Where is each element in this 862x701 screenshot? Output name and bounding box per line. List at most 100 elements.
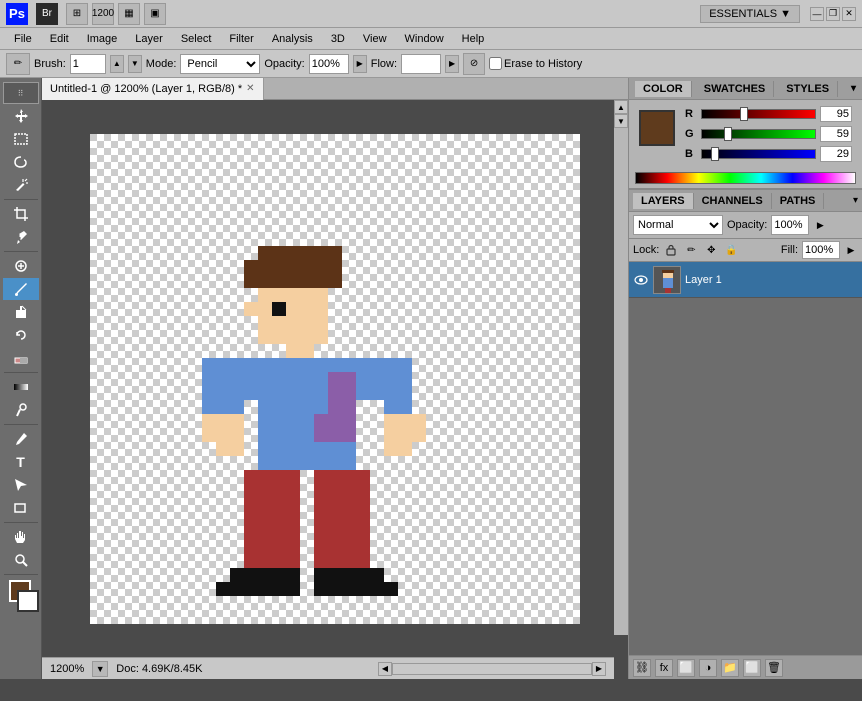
menu-layer[interactable]: Layer: [127, 31, 171, 47]
move-tool[interactable]: [3, 105, 39, 127]
eyedropper-tool[interactable]: [3, 226, 39, 248]
shape-tool[interactable]: [3, 497, 39, 519]
g-slider-thumb[interactable]: [724, 127, 732, 141]
screen-mode-btn[interactable]: ▣: [144, 3, 166, 25]
scroll-track[interactable]: [392, 663, 592, 675]
menu-file[interactable]: File: [6, 31, 40, 47]
new-adjustment-btn[interactable]: ◑: [699, 659, 717, 677]
color-spectrum-bar[interactable]: [635, 172, 856, 184]
opacity-label: Opacity:: [727, 219, 767, 231]
close-btn[interactable]: ✕: [842, 7, 856, 21]
menu-filter[interactable]: Filter: [221, 31, 261, 47]
layer-visibility-toggle[interactable]: [633, 272, 649, 288]
eraser-tool[interactable]: [3, 347, 39, 369]
zoom-menu-btn[interactable]: ▼: [92, 661, 108, 677]
tab-paths[interactable]: PATHS: [772, 193, 825, 209]
lock-image-btn[interactable]: ✏: [683, 242, 699, 258]
color-panel-collapse[interactable]: ▾: [851, 83, 856, 94]
g-slider-track[interactable]: [701, 129, 816, 139]
scroll-up-btn[interactable]: ▲: [614, 100, 628, 114]
menu-edit[interactable]: Edit: [42, 31, 77, 47]
minimize-btn[interactable]: —: [810, 7, 824, 21]
tool-preset-picker[interactable]: ✏: [6, 53, 30, 75]
zoom-display[interactable]: 1200: [92, 3, 114, 25]
brush-size-input[interactable]: [70, 54, 106, 74]
path-select-tool[interactable]: [3, 474, 39, 496]
blend-mode-select[interactable]: Normal Dissolve Multiply Screen: [633, 215, 723, 235]
layer-mask-btn[interactable]: ⬜: [677, 659, 695, 677]
b-value-input[interactable]: [820, 146, 852, 162]
brush-size-down[interactable]: ▼: [128, 55, 142, 73]
menu-window[interactable]: Window: [397, 31, 452, 47]
dodge-tool[interactable]: [3, 399, 39, 421]
hand-tool[interactable]: [3, 526, 39, 548]
delete-layer-btn[interactable]: 🗑: [765, 659, 783, 677]
scroll-right-btn[interactable]: ▶: [592, 662, 606, 676]
magic-wand-tool[interactable]: [3, 174, 39, 196]
tab-color[interactable]: COLOR: [635, 81, 692, 97]
flow-input[interactable]: [401, 54, 441, 74]
new-group-btn[interactable]: 📁: [721, 659, 739, 677]
lock-position-btn[interactable]: ✥: [703, 242, 719, 258]
mini-bridge-btn[interactable]: ⊞: [66, 3, 88, 25]
tab-channels[interactable]: CHANNELS: [694, 193, 772, 209]
layer-fx-btn[interactable]: fx: [655, 659, 673, 677]
background-color[interactable]: [17, 590, 39, 612]
new-layer-btn[interactable]: ⬜: [743, 659, 761, 677]
history-brush-tool[interactable]: [3, 324, 39, 346]
arrange-docs-btn[interactable]: ▦: [118, 3, 140, 25]
menu-help[interactable]: Help: [454, 31, 493, 47]
menu-view[interactable]: View: [355, 31, 395, 47]
b-slider-thumb[interactable]: [711, 147, 719, 161]
layers-panel-menu[interactable]: ▾: [853, 195, 858, 206]
menu-image[interactable]: Image: [79, 31, 126, 47]
g-value-input[interactable]: [820, 126, 852, 142]
vertical-scrollbar[interactable]: ▲ ▼: [614, 100, 628, 635]
color-swatch[interactable]: [639, 110, 675, 146]
erase-to-history-checkbox[interactable]: [489, 57, 502, 70]
essentials-btn[interactable]: ESSENTIALS ▼: [700, 5, 800, 23]
r-slider-track[interactable]: [701, 109, 816, 119]
tab-styles[interactable]: STYLES: [778, 81, 838, 97]
airbrush-btn[interactable]: ⊘: [463, 53, 485, 75]
r-value-input[interactable]: [820, 106, 852, 122]
brush-tool[interactable]: [3, 278, 39, 300]
mode-select[interactable]: Pencil Normal Dissolve: [180, 54, 260, 74]
menu-3d[interactable]: 3D: [323, 31, 353, 47]
document-tab-1[interactable]: Untitled-1 @ 1200% (Layer 1, RGB/8) * ✕: [42, 78, 264, 100]
canvas-container[interactable]: [90, 134, 580, 624]
scroll-left-btn[interactable]: ◀: [378, 662, 392, 676]
r-slider-thumb[interactable]: [740, 107, 748, 121]
pen-tool[interactable]: [3, 428, 39, 450]
zoom-tool[interactable]: [3, 549, 39, 571]
tab-close-btn[interactable]: ✕: [246, 83, 254, 94]
erase-to-history-label[interactable]: Erase to History: [489, 57, 582, 70]
restore-btn[interactable]: ❐: [826, 7, 840, 21]
healing-brush-tool[interactable]: [3, 255, 39, 277]
gradient-tool[interactable]: [3, 376, 39, 398]
scroll-down-btn[interactable]: ▼: [614, 114, 628, 128]
layer-item-1[interactable]: Layer 1: [629, 262, 862, 298]
marquee-rect-tool[interactable]: [3, 128, 39, 150]
menu-select[interactable]: Select: [173, 31, 220, 47]
flow-increase-btn[interactable]: ▶: [445, 55, 459, 73]
fill-increase-btn[interactable]: ▶: [844, 243, 858, 257]
menu-analysis[interactable]: Analysis: [264, 31, 321, 47]
text-tool[interactable]: T: [3, 451, 39, 473]
crop-tool[interactable]: [3, 203, 39, 225]
lock-all-btn[interactable]: 🔒: [723, 242, 739, 258]
opacity-input[interactable]: [309, 54, 349, 74]
opacity-increase-btn[interactable]: ▶: [353, 55, 367, 73]
lock-transparent-btn[interactable]: [663, 242, 679, 258]
layer-link-btn[interactable]: ⛓: [633, 659, 651, 677]
tab-layers[interactable]: LAYERS: [633, 193, 694, 209]
opacity-increase-btn[interactable]: ▶: [813, 218, 827, 232]
clone-stamp-tool[interactable]: [3, 301, 39, 323]
tab-swatches[interactable]: SWATCHES: [696, 81, 775, 97]
b-slider-track[interactable]: [701, 149, 816, 159]
bridge-logo[interactable]: Br: [36, 3, 58, 25]
fill-value-input[interactable]: [802, 241, 840, 259]
lasso-tool[interactable]: [3, 151, 39, 173]
brush-size-up[interactable]: ▲: [110, 55, 124, 73]
opacity-value-input[interactable]: [771, 215, 809, 235]
